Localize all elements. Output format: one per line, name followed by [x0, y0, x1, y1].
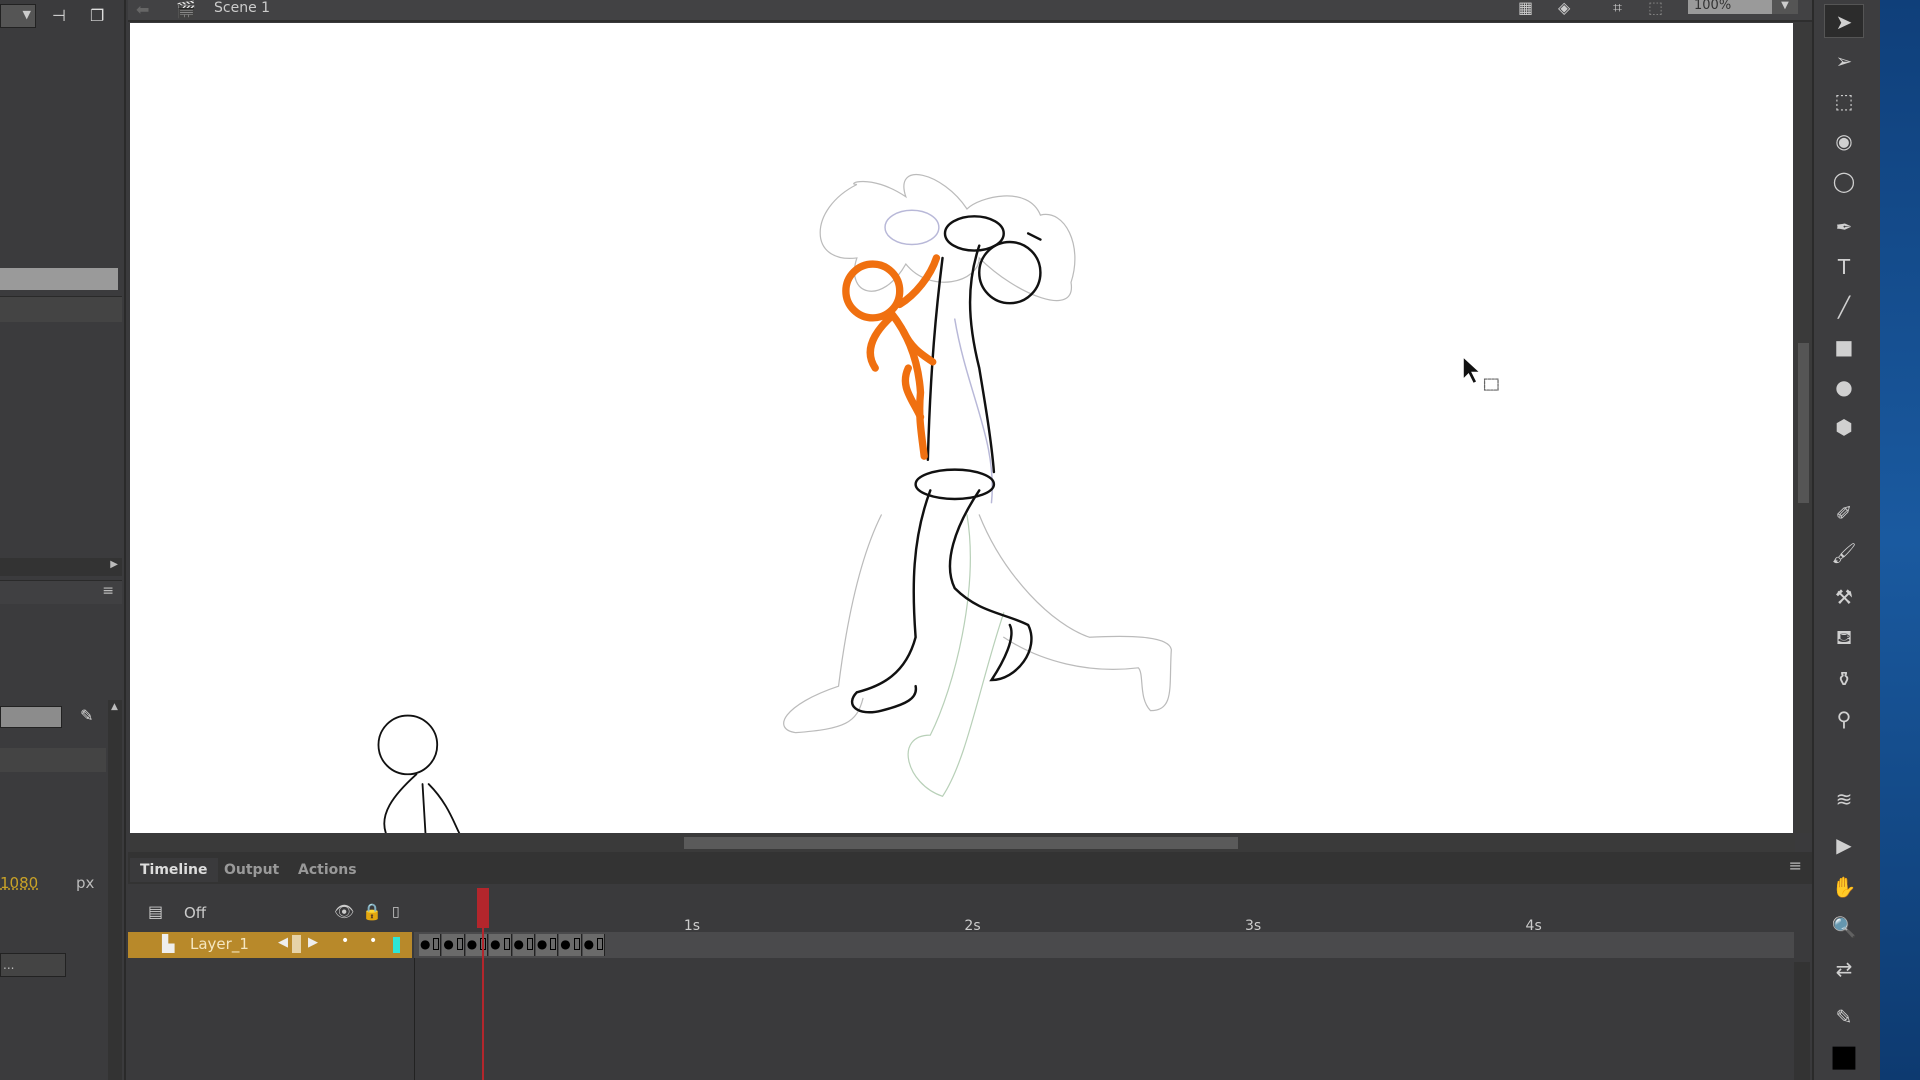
tab-bar: Timeline Output Actions ≡: [128, 852, 1812, 884]
frame-track[interactable]: ● ● ● ● ● ● ● ●: [414, 932, 1794, 958]
layer-row-layer-1[interactable]: ▙ Layer_1 ◀ ▶ • •: [128, 932, 412, 958]
panel-dropdown[interactable]: ▼: [0, 4, 36, 28]
tools-panel: ➤ ➢ ⬚ ◉ ◯ ✒ T ╱ ■ ● ⬢ ✐ 🖌 ⚒ ⛾ ⚱ ⚲ ≋ ▶ ✋ 🔍 ⇄ ✎ ■: [1812, 0, 1880, 1080]
hand-tool-icon[interactable]: ✋: [1824, 870, 1864, 904]
edit-bar: ⬅ 🎬 Scene 1 ▦ ◈ ⌗ ⬚ 100% ▼: [128, 0, 1812, 22]
oval-tool-icon[interactable]: ●: [1824, 370, 1864, 404]
desktop-background: [1880, 0, 1920, 1080]
width-tool-icon[interactable]: ≋: [1824, 782, 1864, 816]
zoom-tool-icon[interactable]: 🔍: [1824, 910, 1864, 944]
text-tool-icon[interactable]: T: [1824, 250, 1864, 284]
prev-keyframe-icon[interactable]: ◀: [278, 935, 288, 950]
pin-icon[interactable]: ⊣: [52, 6, 66, 25]
panel-row: [0, 748, 106, 772]
lasso-tool-icon[interactable]: ◯: [1824, 164, 1864, 198]
panel-menu-icon[interactable]: ≡: [1789, 856, 1802, 875]
panel-header: ≡: [0, 580, 122, 604]
keyframe-cell[interactable]: ●: [535, 934, 559, 956]
3d-rotation-tool-icon[interactable]: ◉: [1824, 124, 1864, 158]
next-keyframe-icon[interactable]: ▶: [308, 935, 318, 950]
onion-skin-icon[interactable]: ▤: [148, 902, 163, 921]
outline-icon[interactable]: ▯: [392, 904, 400, 920]
playhead[interactable]: [477, 888, 490, 1080]
back-arrow-icon[interactable]: ⬅: [136, 0, 149, 19]
pencil-tool-icon[interactable]: ✐: [1824, 496, 1864, 530]
name-field[interactable]: [0, 268, 118, 290]
timeline-panel: Timeline Output Actions ≡ ▤ Off 👁 🔒 ▯ ▙ …: [128, 852, 1812, 1080]
subselection-tool-icon[interactable]: ➢: [1824, 44, 1864, 78]
copy-icon[interactable]: ❐: [90, 6, 104, 25]
panel-button[interactable]: ...: [0, 953, 66, 977]
drawing: [377, 173, 1499, 847]
panel-section: [0, 296, 122, 322]
color-field[interactable]: [0, 706, 62, 728]
polystar-tool-icon[interactable]: ⬢: [1824, 410, 1864, 444]
keyframe-cell[interactable]: ●: [582, 934, 606, 956]
swap-colors-icon[interactable]: ⇄: [1824, 952, 1864, 986]
tab-output[interactable]: Output: [214, 858, 289, 882]
keyframe-cell[interactable]: ●: [559, 934, 582, 956]
selection-tool-icon[interactable]: ➤: [1824, 4, 1864, 38]
eye-icon[interactable]: 👁: [334, 902, 354, 921]
arrow-up-icon: ▲: [111, 702, 118, 712]
pencil-icon[interactable]: ✎: [80, 706, 93, 725]
keyframe-cell[interactable]: ●: [512, 934, 535, 956]
edit-scene-icon[interactable]: ▦: [1518, 0, 1533, 17]
edit-symbols-icon[interactable]: ◈: [1558, 0, 1570, 17]
lock-dot-icon[interactable]: •: [369, 933, 377, 949]
stage-canvas[interactable]: [130, 23, 1793, 847]
brush-tool-icon[interactable]: 🖌: [1824, 536, 1864, 570]
keyframe-cell[interactable]: ●: [489, 934, 512, 956]
layer-icon: ▙: [162, 934, 175, 953]
center-stage-icon[interactable]: ⌗: [1613, 0, 1622, 18]
tab-actions[interactable]: Actions: [288, 858, 367, 882]
stage-vscrollbar[interactable]: [1795, 23, 1812, 833]
paint-bucket-tool-icon[interactable]: ⛾: [1824, 620, 1864, 654]
eyedropper-tool-icon[interactable]: ⚲: [1824, 702, 1864, 736]
camera-tool-icon[interactable]: ▶: [1824, 828, 1864, 862]
rectangle-tool-icon[interactable]: ■: [1824, 330, 1864, 364]
layer-name[interactable]: Layer_1: [190, 935, 249, 953]
unit-label: px: [76, 874, 95, 892]
layer-color-swatch[interactable]: [393, 937, 400, 953]
orange-stick-figure: [842, 254, 941, 460]
stroke-color-icon[interactable]: ✎: [1824, 1000, 1864, 1034]
keyframe-cell[interactable]: ●: [419, 934, 442, 956]
free-transform-tool-icon[interactable]: ⬚: [1824, 84, 1864, 118]
visible-dot-icon[interactable]: •: [341, 933, 349, 949]
menu-icon[interactable]: ≡: [102, 583, 114, 599]
tab-timeline[interactable]: Timeline: [130, 858, 218, 882]
clip-icon[interactable]: ⬚: [1648, 0, 1663, 17]
properties-panel: ▼ ⊣ ❐ ▶ ≡ ✎ ▲ 1080 px ...: [0, 0, 126, 1080]
zoom-dropdown[interactable]: ▼: [1772, 0, 1798, 14]
small-stick-figure: [377, 714, 461, 847]
ghost-sketch: [783, 173, 1172, 734]
mouse-cursor-icon: [1463, 358, 1499, 391]
zoom-field[interactable]: 100%: [1688, 0, 1772, 14]
arrow-right-icon: ▶: [110, 559, 118, 570]
divider: [414, 958, 415, 1080]
bone-tool-icon[interactable]: ⚒: [1824, 580, 1864, 614]
chevron-down-icon: ▼: [22, 8, 31, 21]
clapperboard-icon: 🎬: [176, 0, 196, 19]
scene-label[interactable]: Scene 1: [214, 0, 270, 16]
panel-vscroll[interactable]: ▲: [108, 700, 122, 1080]
panel-scrollbar[interactable]: ▶: [0, 558, 122, 576]
ink-bottle-tool-icon[interactable]: ⚱: [1824, 662, 1864, 696]
timeline-vscrollbar[interactable]: [1794, 962, 1810, 1080]
main-figure: [850, 215, 1042, 714]
fill-color-icon[interactable]: ■: [1824, 1040, 1864, 1074]
line-tool-icon[interactable]: ╱: [1824, 290, 1864, 324]
keyframe-icon[interactable]: [292, 935, 301, 953]
stage-hscrollbar[interactable]: [130, 834, 1795, 852]
ghost-sketch-green: [907, 514, 1005, 798]
pen-tool-icon[interactable]: ✒: [1824, 210, 1864, 244]
hscroll-thumb[interactable]: [684, 837, 1238, 849]
height-value[interactable]: 1080: [0, 874, 38, 892]
onion-skin-label[interactable]: Off: [184, 904, 206, 922]
keyframe-cell[interactable]: ●: [442, 934, 465, 956]
lock-icon[interactable]: 🔒: [362, 902, 382, 921]
